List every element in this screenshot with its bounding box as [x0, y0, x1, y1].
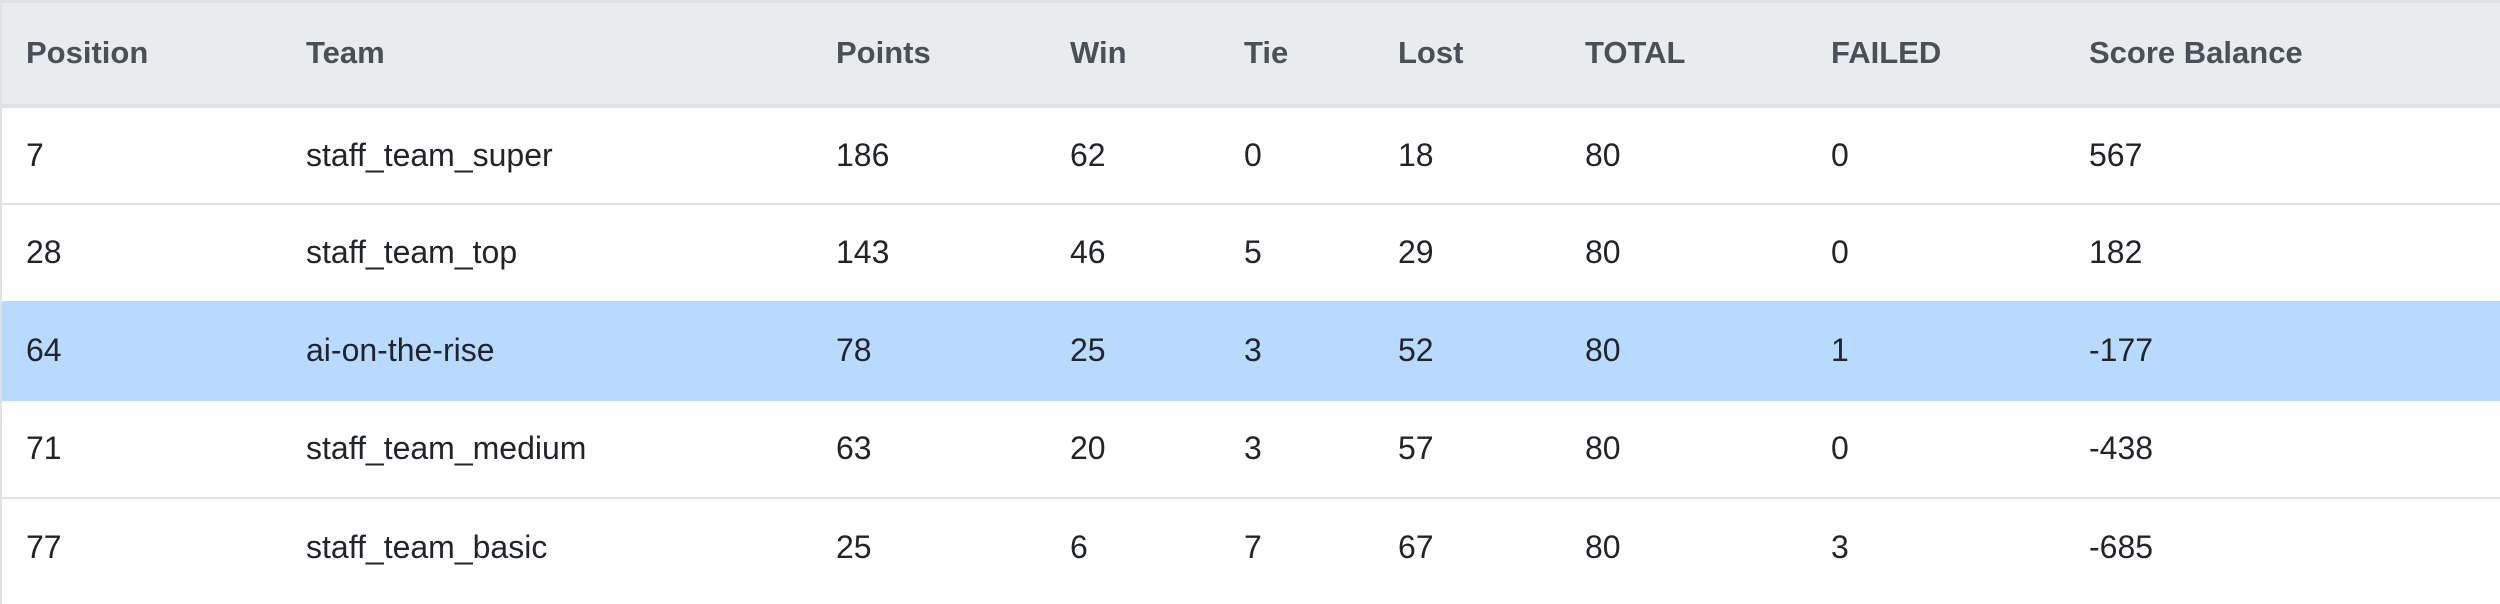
table-row: 28 staff_team_top 143 46 5 29 80 0 182	[0, 202, 2500, 302]
cell-position: 28	[0, 202, 280, 302]
cell-tie: 3	[1218, 300, 1372, 400]
table-header: Position Team Points Win Tie Lost TOTAL …	[0, 0, 2500, 108]
table-row: 77 staff_team_basic 25 6 7 67 80 3 -685	[0, 496, 2500, 596]
cell-lost: 52	[1372, 300, 1559, 400]
cell-score-balance: 567	[2063, 104, 2500, 204]
cell-failed: 1	[1805, 300, 2063, 400]
column-header-total[interactable]: TOTAL	[1559, 0, 1805, 108]
cell-score-balance: -438	[2063, 398, 2500, 498]
leaderboard-table-container: Position Team Points Win Tie Lost TOTAL …	[0, 0, 2500, 604]
cell-team: staff_team_medium	[280, 398, 810, 498]
column-header-position[interactable]: Position	[0, 0, 280, 108]
cell-total: 80	[1559, 202, 1805, 302]
table-left-border	[0, 0, 2, 604]
cell-points: 25	[810, 496, 1044, 596]
table-row: 71 staff_team_medium 63 20 3 57 80 0 -43…	[0, 398, 2500, 498]
cell-team: staff_team_basic	[280, 496, 810, 596]
column-header-team[interactable]: Team	[280, 0, 810, 108]
cell-win: 6	[1044, 496, 1218, 596]
cell-lost: 29	[1372, 202, 1559, 302]
cell-points: 186	[810, 104, 1044, 204]
table-row-highlighted: 64 ai-on-the-rise 78 25 3 52 80 1 -177	[0, 300, 2500, 400]
cell-failed: 0	[1805, 398, 2063, 498]
cell-tie: 3	[1218, 398, 1372, 498]
column-header-lost[interactable]: Lost	[1372, 0, 1559, 108]
table-row: 7 staff_team_super 186 62 0 18 80 0 567	[0, 104, 2500, 204]
cell-total: 80	[1559, 398, 1805, 498]
column-header-tie[interactable]: Tie	[1218, 0, 1372, 108]
cell-total: 80	[1559, 300, 1805, 400]
cell-position: 71	[0, 398, 280, 498]
cell-failed: 0	[1805, 104, 2063, 204]
cell-lost: 18	[1372, 104, 1559, 204]
cell-team: ai-on-the-rise	[280, 300, 810, 400]
cell-points: 143	[810, 202, 1044, 302]
column-header-points[interactable]: Points	[810, 0, 1044, 108]
cell-position: 7	[0, 104, 280, 204]
cell-score-balance: -177	[2063, 300, 2500, 400]
cell-team: staff_team_top	[280, 202, 810, 302]
header-row: Position Team Points Win Tie Lost TOTAL …	[0, 0, 2500, 108]
cell-total: 80	[1559, 496, 1805, 596]
cell-failed: 3	[1805, 496, 2063, 596]
cell-points: 78	[810, 300, 1044, 400]
cell-position: 77	[0, 496, 280, 596]
column-header-score-balance[interactable]: Score Balance	[2063, 0, 2500, 108]
table-body: 7 staff_team_super 186 62 0 18 80 0 5 6 7 …	[0, 104, 2500, 596]
cell-position: 64	[0, 300, 280, 400]
cell-win: 25	[1044, 300, 1218, 400]
cell-tie: 0	[1218, 104, 1372, 204]
cell-failed: 0	[1805, 202, 2063, 302]
cell-lost: 67	[1372, 496, 1559, 596]
cell-total: 80	[1559, 104, 1805, 204]
cell-win: 20	[1044, 398, 1218, 498]
cell-score-balance: -685	[2063, 496, 2500, 596]
cell-lost: 57	[1372, 398, 1559, 498]
cell-tie: 5	[1218, 202, 1372, 302]
leaderboard-table: Position Team Points Win Tie Lost TOTAL …	[0, 0, 2500, 596]
cell-tie: 7	[1218, 496, 1372, 596]
cell-points: 63	[810, 398, 1044, 498]
column-header-win[interactable]: Win	[1044, 0, 1218, 108]
column-header-failed[interactable]: FAILED	[1805, 0, 2063, 108]
cell-win: 62	[1044, 104, 1218, 204]
cell-team: staff_team_super	[280, 104, 810, 204]
cell-win: 46	[1044, 202, 1218, 302]
cell-score-balance: 182	[2063, 202, 2500, 302]
